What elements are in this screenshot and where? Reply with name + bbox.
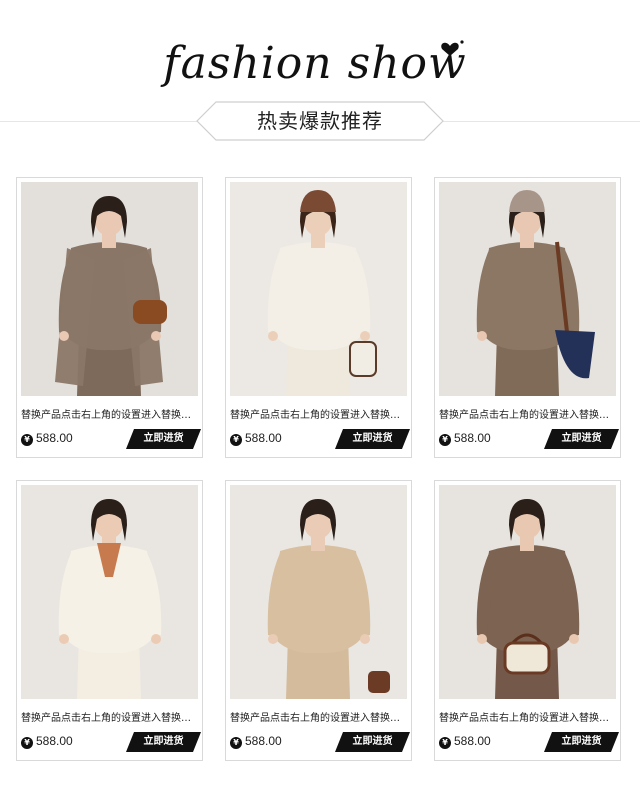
buy-now-button[interactable]: 立即进货 xyxy=(335,732,410,752)
yen-icon: ¥ xyxy=(230,737,242,749)
product-card[interactable]: 替换产品点击右上角的设置进入替换产品... ¥ 588.00 立即进货 xyxy=(16,480,203,761)
buy-now-button[interactable]: 立即进货 xyxy=(126,429,201,449)
product-name[interactable]: 替换产品点击右上角的设置进入替换产品... xyxy=(21,406,200,420)
product-name[interactable]: 替换产品点击右上角的设置进入替换产品... xyxy=(439,406,618,420)
model-left-hand xyxy=(477,331,487,341)
model-illustration xyxy=(230,485,407,699)
buy-now-button[interactable]: 立即进货 xyxy=(544,732,619,752)
product-price: 588.00 xyxy=(245,431,282,445)
model-left-hand xyxy=(59,331,69,341)
product-price: 588.00 xyxy=(245,734,282,748)
yen-icon: ¥ xyxy=(230,434,242,446)
product-photo[interactable] xyxy=(21,485,198,699)
model-right-hand xyxy=(151,634,161,644)
model-illustration xyxy=(439,485,616,699)
product-price: 588.00 xyxy=(454,431,491,445)
model-left-hand xyxy=(477,634,487,644)
product-price: 588.00 xyxy=(36,734,73,748)
product-name[interactable]: 替换产品点击右上角的设置进入替换产品... xyxy=(230,709,409,723)
product-price: 588.00 xyxy=(36,431,73,445)
product-photo[interactable] xyxy=(21,182,198,396)
product-name[interactable]: 替换产品点击右上角的设置进入替换产品... xyxy=(21,709,200,723)
model-illustration xyxy=(21,182,198,396)
product-card[interactable]: 替换产品点击右上角的设置进入替换产品... ¥ 588.00 立即进货 xyxy=(225,480,412,761)
handbag xyxy=(133,300,167,324)
model-left-hand xyxy=(59,634,69,644)
yen-icon: ¥ xyxy=(439,434,451,446)
product-photo[interactable] xyxy=(230,182,407,396)
product-grid: 替换产品点击右上角的设置进入替换产品... ¥ 588.00 立即进货 替换产品… xyxy=(0,0,640,794)
product-name[interactable]: 替换产品点击右上角的设置进入替换产品... xyxy=(439,709,618,723)
buy-now-label: 立即进货 xyxy=(561,736,602,747)
buy-now-button[interactable]: 立即进货 xyxy=(335,429,410,449)
product-price: 588.00 xyxy=(454,734,491,748)
buy-now-label: 立即进货 xyxy=(352,736,393,747)
model-illustration xyxy=(230,182,407,396)
yen-icon: ¥ xyxy=(21,434,33,446)
product-name[interactable]: 替换产品点击右上角的设置进入替换产品... xyxy=(230,406,409,420)
model-illustration xyxy=(439,182,616,396)
product-photo[interactable] xyxy=(439,485,616,699)
buy-now-label: 立即进货 xyxy=(352,433,393,444)
bucket-bag xyxy=(349,341,377,377)
product-card[interactable]: 替换产品点击右上角的设置进入替换产品... ¥ 588.00 立即进货 xyxy=(434,177,621,458)
model-right-hand xyxy=(151,331,161,341)
product-photo[interactable] xyxy=(230,485,407,699)
model-illustration xyxy=(21,485,198,699)
buy-now-button[interactable]: 立即进货 xyxy=(544,429,619,449)
buy-now-label: 立即进货 xyxy=(143,433,184,444)
buy-now-button[interactable]: 立即进货 xyxy=(126,732,201,752)
buy-now-label: 立即进货 xyxy=(143,736,184,747)
model-right-hand xyxy=(569,634,579,644)
cream-handbag xyxy=(503,641,551,675)
buy-now-label: 立即进货 xyxy=(561,433,602,444)
model-left-hand xyxy=(268,331,278,341)
model-right-hand xyxy=(360,634,370,644)
model-left-hand xyxy=(268,634,278,644)
model-right-hand xyxy=(360,331,370,341)
product-card[interactable]: 替换产品点击右上角的设置进入替换产品... ¥ 588.00 立即进货 xyxy=(16,177,203,458)
product-card[interactable]: 替换产品点击右上角的设置进入替换产品... ¥ 588.00 立即进货 xyxy=(225,177,412,458)
yen-icon: ¥ xyxy=(21,737,33,749)
yen-icon: ¥ xyxy=(439,737,451,749)
product-card[interactable]: 替换产品点击右上角的设置进入替换产品... ¥ 588.00 立即进货 xyxy=(434,480,621,761)
product-photo[interactable] xyxy=(439,182,616,396)
small-bag xyxy=(368,671,390,693)
